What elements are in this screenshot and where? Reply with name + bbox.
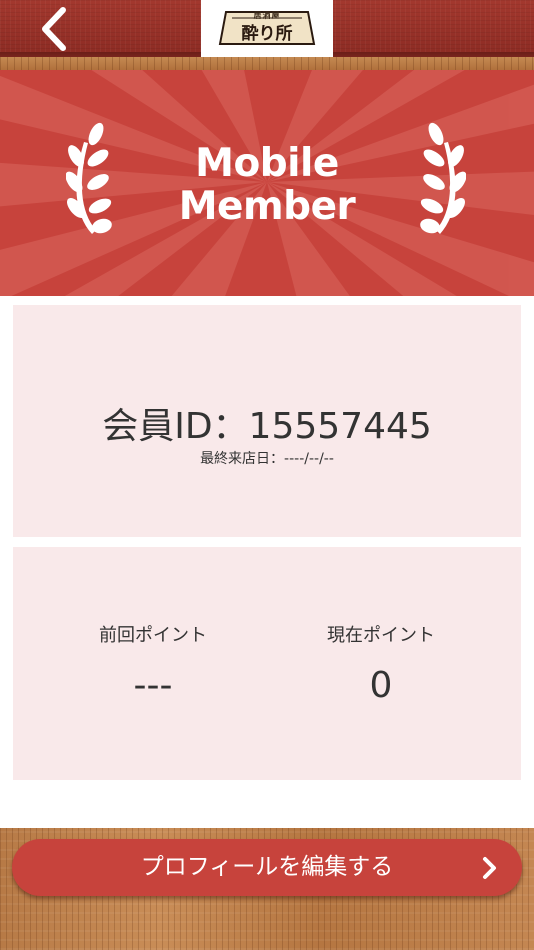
wood-strip [0,57,534,70]
last-visit-date: 最終来店日：----/--/-- [200,451,334,467]
edit-profile-label: プロフィールを編集する [140,854,394,880]
app-header: 居酒屋 酔り所 [0,0,534,57]
banner-title-line1: Mobile [195,141,339,186]
logo: 居酒屋 酔り所 [201,0,333,57]
previous-points-value: --- [133,665,173,706]
previous-points: 前回ポイント --- [26,621,280,706]
banner-title-line2: Member [178,184,356,229]
previous-points-label: 前回ポイント [99,625,207,646]
member-id-card: 会員ID：15557445 最終来店日：----/--/-- [13,305,521,537]
chevron-right-icon [483,857,496,879]
chevron-left-icon [42,7,66,51]
edit-profile-button[interactable]: プロフィールを編集する [12,839,522,896]
banner-title: Mobile Member [0,142,534,228]
points-card: 前回ポイント --- 現在ポイント 0 [13,547,521,780]
member-id: 会員ID：15557445 [102,406,432,447]
current-points-label: 現在ポイント [327,625,435,646]
back-button[interactable] [26,4,82,54]
logo-title: 酔り所 [241,24,293,44]
current-points: 現在ポイント 0 [254,621,508,706]
current-points-value: 0 [369,665,393,706]
